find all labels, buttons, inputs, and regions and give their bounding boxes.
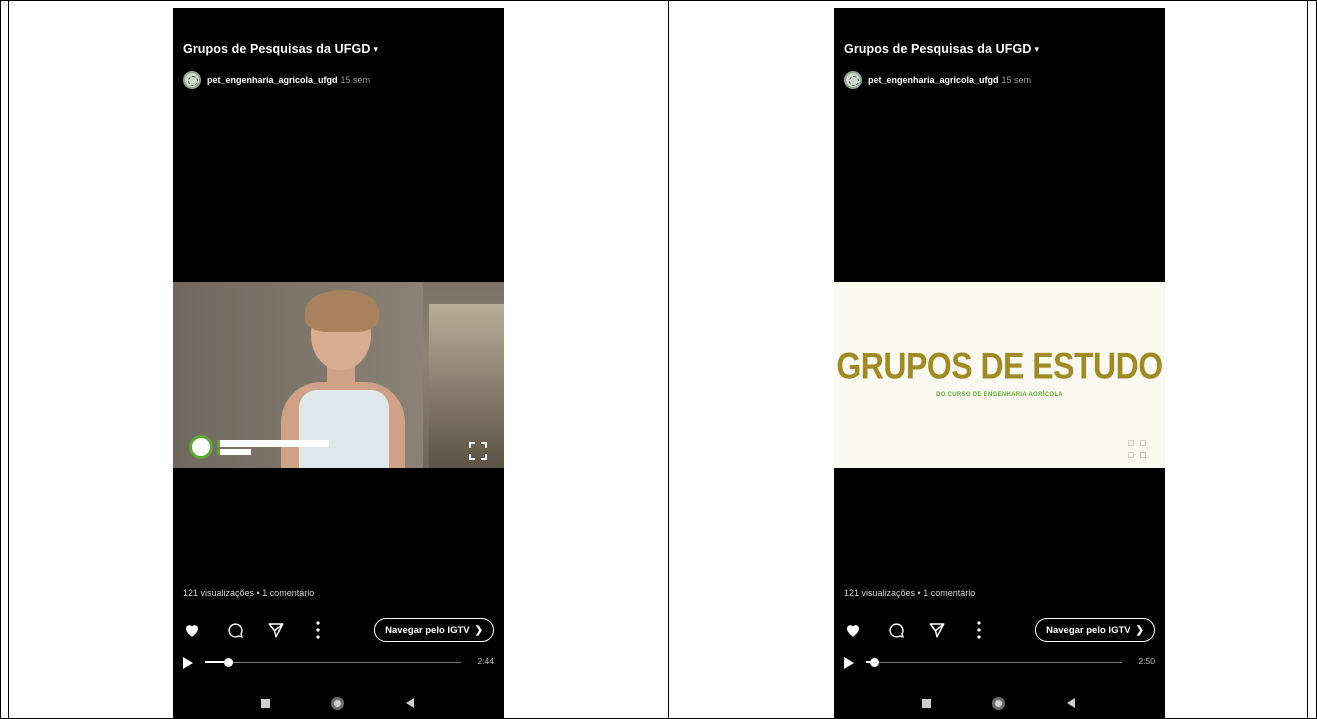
fullscreen-icon[interactable] — [469, 442, 487, 460]
video-player[interactable]: GRUPOS DE ESTUDO DO CURSO DE ENGENHARIA … — [834, 282, 1165, 468]
phone-screenshot-left: Grupos de Pesquisas da UFGD ▾ pet_engenh… — [173, 8, 504, 719]
post-age: 15 sem — [340, 75, 371, 85]
seek-bar[interactable] — [866, 658, 1122, 667]
video-doorway — [429, 304, 504, 468]
video-progress: 2:44 — [183, 656, 494, 670]
chevron-right-icon: ❯ — [474, 624, 483, 636]
android-nav-bar — [834, 694, 1165, 714]
browse-igtv-label: Navegar pelo IGTV — [1046, 624, 1131, 636]
account-name[interactable]: pet_engenharia_agricola_ufgd — [207, 75, 338, 85]
avatar[interactable] — [844, 71, 862, 89]
caret-down-icon[interactable]: ▾ — [1034, 44, 1039, 55]
video-player[interactable] — [173, 282, 504, 468]
video-progress: 2:50 — [844, 656, 1155, 670]
action-bar: Navegar pelo IGTV ❯ — [183, 618, 494, 642]
lower-third-title-bar — [217, 439, 329, 447]
slide-subtitle: DO CURSO DE ENGENHARIA AGRÍCOLA — [936, 392, 1063, 398]
circle-icon[interactable] — [331, 697, 344, 710]
play-icon[interactable] — [183, 657, 193, 669]
video-duration: 2:50 — [1138, 656, 1155, 666]
comment-icon[interactable] — [888, 622, 905, 639]
browse-igtv-label: Navegar pelo IGTV — [385, 624, 470, 636]
caret-down-icon[interactable]: ▾ — [373, 44, 378, 55]
heart-icon[interactable] — [183, 621, 201, 639]
play-icon[interactable] — [844, 657, 854, 669]
paper-plane-icon[interactable] — [928, 621, 946, 639]
table-right-border — [1307, 0, 1308, 719]
phone-screenshot-right: Grupos de Pesquisas da UFGD ▾ pet_engenh… — [834, 8, 1165, 719]
avatar[interactable] — [183, 71, 201, 89]
lower-third-subtitle-bar — [217, 448, 251, 455]
post-age: 15 sem — [1001, 75, 1032, 85]
triangle-back-icon[interactable] — [1067, 698, 1075, 708]
video-duration: 2:44 — [477, 656, 494, 666]
comment-icon[interactable] — [227, 622, 244, 639]
square-icon[interactable] — [261, 699, 270, 708]
vertical-dots-icon[interactable] — [315, 620, 321, 640]
browse-igtv-button[interactable]: Navegar pelo IGTV ❯ — [1035, 618, 1155, 642]
table-left-border — [8, 0, 9, 719]
channel-title: Grupos de Pesquisas da UFGD — [844, 42, 1032, 56]
account-row[interactable]: pet_engenharia_agricola_ufgd 15 sem — [844, 71, 1031, 89]
table-center-divider — [668, 0, 669, 719]
view-comment-stats[interactable]: 121 visualizações • 1 comentário — [183, 588, 314, 598]
square-icon[interactable] — [922, 699, 931, 708]
seek-bar[interactable] — [205, 658, 461, 667]
lower-third-logo-icon — [189, 435, 213, 459]
channel-title-row[interactable]: Grupos de Pesquisas da UFGD ▾ — [183, 42, 378, 56]
video-lower-third — [189, 432, 339, 462]
seek-thumb[interactable] — [869, 658, 879, 667]
person-hair — [305, 290, 379, 332]
vertical-dots-icon[interactable] — [976, 620, 982, 640]
paper-plane-icon[interactable] — [267, 621, 285, 639]
fullscreen-icon[interactable] — [1128, 440, 1146, 458]
channel-title-row[interactable]: Grupos de Pesquisas da UFGD ▾ — [844, 42, 1039, 56]
triangle-back-icon[interactable] — [406, 698, 414, 708]
chevron-right-icon: ❯ — [1135, 624, 1144, 636]
account-name[interactable]: pet_engenharia_agricola_ufgd — [868, 75, 999, 85]
seek-thumb[interactable] — [224, 658, 234, 667]
account-row[interactable]: pet_engenharia_agricola_ufgd 15 sem — [183, 71, 370, 89]
slide-title: GRUPOS DE ESTUDO — [836, 345, 1163, 387]
action-bar: Navegar pelo IGTV ❯ — [844, 618, 1155, 642]
heart-icon[interactable] — [844, 621, 862, 639]
browse-igtv-button[interactable]: Navegar pelo IGTV ❯ — [374, 618, 494, 642]
view-comment-stats[interactable]: 121 visualizações • 1 comentário — [844, 588, 975, 598]
circle-icon[interactable] — [992, 697, 1005, 710]
android-nav-bar — [173, 694, 504, 714]
channel-title: Grupos de Pesquisas da UFGD — [183, 42, 371, 56]
